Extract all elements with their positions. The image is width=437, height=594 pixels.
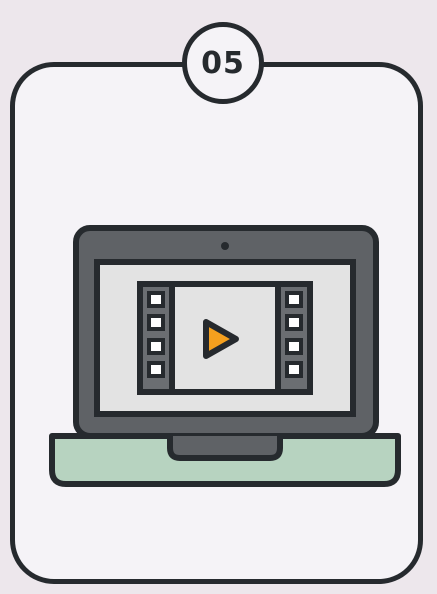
laptop-notch <box>167 436 283 461</box>
step-card-stage: 05 <box>0 0 437 594</box>
laptop-camera <box>221 242 229 250</box>
laptop-video-player-icon <box>49 225 401 487</box>
